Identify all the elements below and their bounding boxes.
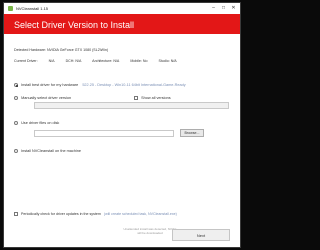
next-button[interactable]: Next (172, 229, 230, 241)
install-nvcleanstall-label: Install NVCleanstall on the machine (21, 149, 82, 153)
driver-info-row: Current Driver: N/A DCH: N/A Architectur… (14, 59, 187, 63)
maximize-button[interactable]: □ (219, 5, 228, 12)
close-button[interactable]: ✕ (229, 5, 238, 12)
mobile-info: Mobile: No (130, 59, 148, 63)
window-title: NVCleanstall 1.15 (16, 6, 49, 11)
dch-info: DCH: N/A (65, 59, 82, 63)
checkbox-icon[interactable] (134, 96, 138, 100)
minimize-button[interactable]: – (209, 5, 218, 12)
radio-icon[interactable] (14, 121, 18, 125)
periodic-check-detail: (will create scheduled task, NVCleanstal… (103, 212, 177, 217)
install-internet-label: Install best driver for my hardware (21, 83, 79, 87)
periodic-check-label: Periodically check for driver updates in… (21, 212, 101, 217)
radio-icon[interactable] (14, 96, 18, 100)
manual-select-label: Manually select driver version (21, 96, 72, 100)
app-logo-icon (8, 6, 13, 11)
periodic-check-option[interactable]: Periodically check for driver updates in… (14, 212, 177, 217)
footer-note: Unattended install was detected, NVidia … (123, 227, 177, 235)
studio-info: Studio: N/A (158, 59, 177, 63)
version-select-field[interactable] (34, 102, 229, 109)
current-driver-value: N/A (48, 59, 55, 63)
current-driver-label: Current Driver: (14, 59, 38, 63)
page-title: Select Driver Version to Install (14, 20, 135, 30)
page-header: Select Driver Version to Install (4, 14, 240, 34)
checkbox-icon[interactable] (14, 212, 18, 217)
radio-icon[interactable] (14, 149, 18, 153)
browse-button[interactable]: Browse... (180, 129, 204, 137)
app-window: NVCleanstall 1.15 – □ ✕ Select Driver Ve… (3, 2, 241, 248)
install-internet-option[interactable]: Install best driver for my hardware 522.… (14, 83, 186, 87)
detected-hardware: Detected Hardware: NVIDIA GeForce GTX 10… (14, 48, 109, 52)
install-nvcleanstall-option[interactable]: Install NVCleanstall on the machine (14, 149, 81, 153)
manual-select-option[interactable]: Manually select driver version (14, 96, 71, 100)
radio-icon[interactable] (14, 83, 18, 87)
local-files-label: Use driver files on disk (21, 121, 60, 125)
show-all-versions-option[interactable]: Show all versions (134, 96, 171, 100)
install-internet-detail: 522.25 - Desktop - Win10-11 64bit Intern… (82, 83, 186, 87)
local-files-option[interactable]: Use driver files on disk (14, 121, 59, 125)
architecture-info: Architecture: N/A (92, 59, 120, 63)
show-all-versions-label: Show all versions (141, 96, 171, 100)
driver-path-input[interactable] (34, 130, 174, 137)
